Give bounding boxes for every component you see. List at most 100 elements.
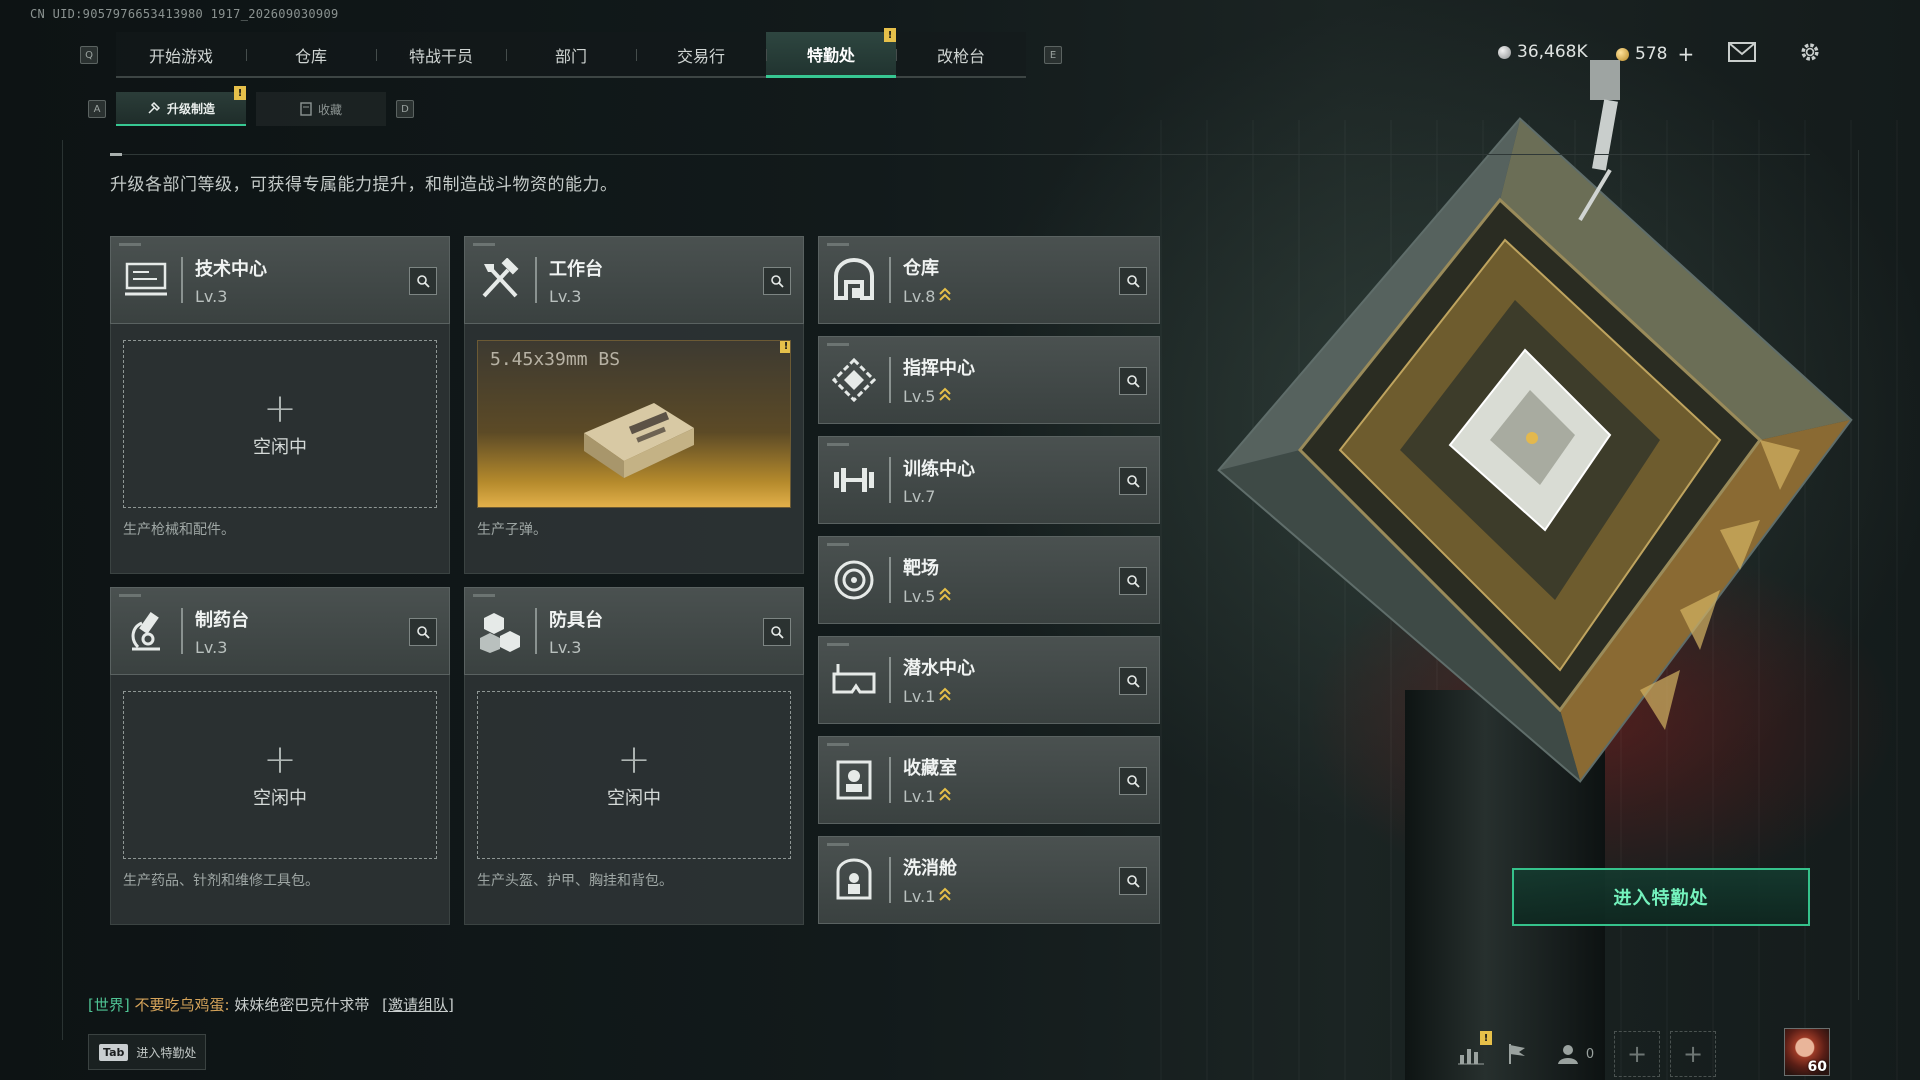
- produce-description: 生产枪械和配件。: [123, 522, 235, 538]
- page-description: 升级各部门等级，可获得专属能力提升，和制造战斗物资的能力。: [110, 175, 618, 195]
- tab-special-ops[interactable]: 特勤处 !: [766, 28, 896, 78]
- mail-icon[interactable]: [1728, 40, 1756, 64]
- divider: [110, 154, 1810, 155]
- facility-card-armor-bench: 防具台 Lv.3 + 空闲中 生产头盔、护甲、胸挂和背包。: [464, 587, 804, 925]
- production-slot-active[interactable]: 5.45x39mm BS !: [477, 340, 791, 508]
- facility-header[interactable]: 指挥中心 Lv.5: [818, 336, 1160, 424]
- tab-shortcut-hint[interactable]: Tab 进入特勤处: [88, 1034, 206, 1070]
- facility-level: Lv.3: [195, 637, 228, 657]
- facility-card-tech-center: 技术中心 Lv.3 + 空闲中 生产枪械和配件。: [110, 236, 450, 574]
- inspect-search-button[interactable]: [409, 267, 437, 295]
- gold-coin-icon: [1616, 47, 1629, 61]
- tab-start-game[interactable]: 开始游戏: [116, 32, 246, 78]
- production-slot-idle[interactable]: + 空闲中: [123, 340, 437, 508]
- level-text: Lv.1: [903, 686, 936, 706]
- tab-gunsmith[interactable]: 改枪台: [896, 32, 1026, 78]
- production-slot-idle[interactable]: + 空闲中: [123, 691, 437, 859]
- prev-tab-key[interactable]: Q: [80, 46, 98, 64]
- tab-department[interactable]: 部门: [506, 32, 636, 78]
- next-tab-key[interactable]: E: [1044, 46, 1062, 64]
- inspect-search-button[interactable]: [763, 618, 791, 646]
- tab-warehouse[interactable]: 仓库: [246, 32, 376, 78]
- warehouse-icon: [819, 236, 889, 324]
- facility-header[interactable]: 技术中心 Lv.3: [110, 236, 450, 324]
- facility-header[interactable]: 洗消舱 Lv.1: [818, 836, 1160, 924]
- alert-badge: !: [1480, 1031, 1492, 1045]
- facility-header[interactable]: 防具台 Lv.3: [464, 587, 804, 675]
- facility-header[interactable]: 靶场 Lv.5: [818, 536, 1160, 624]
- team-slot-add-button[interactable]: +: [1670, 1031, 1716, 1077]
- flag-button[interactable]: [1494, 1031, 1540, 1077]
- search-icon: [1127, 275, 1140, 288]
- diving-center-icon: [819, 636, 889, 724]
- facility-level: Lv.3: [195, 286, 228, 306]
- tab-label: 仓库: [294, 47, 327, 66]
- inspect-search-button[interactable]: [1119, 667, 1147, 695]
- subtab-collection[interactable]: 收藏: [256, 92, 386, 126]
- inspect-search-button[interactable]: [1119, 467, 1147, 495]
- bar-chart-icon: [1458, 1049, 1484, 1065]
- facility-header[interactable]: 训练中心 Lv.7: [818, 436, 1160, 524]
- facility-header[interactable]: 制药台 Lv.3: [110, 587, 450, 675]
- collection-icon: [300, 102, 312, 116]
- facility-header[interactable]: 仓库 Lv.8: [818, 236, 1160, 324]
- add-icon: +: [263, 737, 297, 783]
- tab-label: 部门: [554, 47, 587, 66]
- chat-channel: [世界]: [88, 996, 130, 1014]
- enter-special-ops-button[interactable]: 进入特勤处: [1512, 868, 1810, 926]
- upgrade-available-icon: [939, 786, 952, 806]
- friends-button[interactable]: 0: [1540, 1031, 1610, 1077]
- facility-header[interactable]: 收藏室 Lv.1: [818, 736, 1160, 824]
- facility-header[interactable]: 潜水中心 Lv.1: [818, 636, 1160, 724]
- production-slot-idle[interactable]: + 空闲中: [477, 691, 791, 859]
- header-tag: [827, 243, 849, 246]
- header-tag: [827, 643, 849, 646]
- subtab-upgrade-craft[interactable]: 升级制造 !: [116, 86, 246, 126]
- level-text: Lv.1: [903, 786, 936, 806]
- workbench-icon: [465, 236, 535, 324]
- player-avatar[interactable]: 60: [1784, 1028, 1830, 1076]
- alert-badge: !: [780, 341, 790, 353]
- header-tag: [119, 594, 141, 597]
- header-tag: [473, 243, 495, 246]
- inspect-search-button[interactable]: [1119, 367, 1147, 395]
- flag-icon: [1509, 1044, 1525, 1064]
- search-icon: [771, 275, 784, 288]
- main-tabs: 开始游戏 仓库 特战干员 部门 交易行 特勤处 ! 改枪台: [116, 28, 1026, 78]
- tab-market[interactable]: 交易行: [636, 32, 766, 78]
- header-separator: [889, 257, 891, 303]
- facility-header[interactable]: 工作台 Lv.3: [464, 236, 804, 324]
- add-icon: +: [617, 737, 651, 783]
- add-icon: +: [263, 386, 297, 432]
- facility-name: 制药台: [195, 609, 249, 631]
- search-icon: [771, 626, 784, 639]
- invite-team-link[interactable]: [邀请组队]: [382, 996, 454, 1014]
- collection-room-icon: [819, 736, 889, 824]
- facility-card-pharmacy: 制药台 Lv.3 + 空闲中 生产药品、针剂和维修工具包。: [110, 587, 450, 925]
- header-tag: [827, 843, 849, 846]
- subtab-label: 升级制造: [166, 101, 215, 116]
- team-slot-add-button[interactable]: +: [1614, 1031, 1660, 1077]
- inspect-search-button[interactable]: [409, 618, 437, 646]
- inspect-search-button[interactable]: [1119, 267, 1147, 295]
- next-subtab-key[interactable]: D: [396, 100, 414, 118]
- header-separator: [889, 557, 891, 603]
- armor-bench-icon: [465, 587, 535, 675]
- inspect-search-button[interactable]: [1119, 567, 1147, 595]
- inspect-search-button[interactable]: [763, 267, 791, 295]
- prev-subtab-key[interactable]: A: [88, 100, 106, 118]
- tab-operators[interactable]: 特战干员: [376, 32, 506, 78]
- stats-button[interactable]: !: [1448, 1031, 1494, 1077]
- inspect-search-button[interactable]: [1119, 867, 1147, 895]
- chat-user[interactable]: 不要吃乌鸡蛋:: [135, 996, 230, 1014]
- player-uid: CN UID:9057976653413980 1917_20260903090…: [30, 7, 339, 21]
- facility-name: 技术中心: [195, 258, 267, 280]
- facility-card-workbench: 工作台 Lv.3 5.45x39mm BS ! 生产子弹。: [464, 236, 804, 574]
- gold-currency[interactable]: 578 +: [1616, 42, 1694, 66]
- header-separator: [181, 257, 183, 303]
- header-tag: [827, 543, 849, 546]
- settings-gear-icon[interactable]: [1796, 40, 1824, 64]
- inspect-search-button[interactable]: [1119, 767, 1147, 795]
- add-currency-button[interactable]: +: [1677, 42, 1694, 66]
- command-center-icon: [819, 336, 889, 424]
